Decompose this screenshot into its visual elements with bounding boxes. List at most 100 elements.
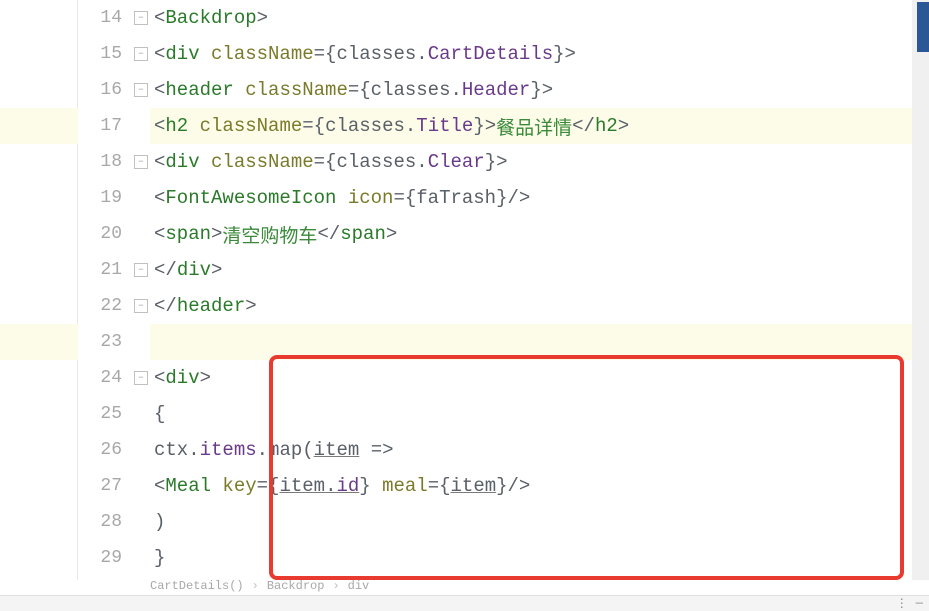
code-token: . — [416, 43, 427, 65]
code-token: . — [451, 79, 462, 101]
line-number-row: 22− — [78, 288, 150, 324]
code-token: span — [340, 223, 386, 245]
scrollbar-thumb[interactable] — [917, 2, 929, 52]
code-token: div — [177, 259, 211, 281]
code-line[interactable]: <header className={classes.Header}> — [150, 72, 929, 108]
code-token: </ — [317, 223, 340, 245]
code-token: > — [496, 151, 507, 173]
vertical-scrollbar[interactable] — [912, 0, 929, 580]
code-token: = — [428, 475, 439, 497]
code-token: className — [211, 151, 314, 173]
minimize-icon[interactable]: — — [916, 596, 923, 611]
line-number-row: 19 — [78, 180, 150, 216]
code-token: classes — [336, 43, 416, 65]
code-token: classes — [336, 151, 416, 173]
code-line[interactable]: </div> — [150, 252, 929, 288]
editor[interactable]: 14−15−16−1718−192021−22−2324−2526272829 … — [0, 0, 929, 580]
code-token: } — [359, 475, 370, 497]
code-area[interactable]: <Backdrop> <div className={classes.CartD… — [150, 0, 929, 580]
code-token: { — [405, 187, 416, 209]
breadcrumb[interactable]: CartDetails() › Backdrop › div — [150, 579, 369, 593]
code-line[interactable]: { — [150, 396, 929, 432]
fold-minus-icon[interactable]: − — [134, 155, 148, 169]
code-line[interactable]: <span>清空购物车</span> — [150, 216, 929, 252]
code-token: 清空购物车 — [222, 221, 317, 248]
line-number-row: 29 — [78, 540, 150, 576]
code-token: { — [154, 403, 165, 425]
line-number: 22 — [100, 296, 122, 316]
code-token: = — [314, 43, 325, 65]
code-token: > — [485, 115, 496, 137]
code-token: items — [200, 439, 257, 461]
margin-highlight — [0, 324, 78, 360]
fold-minus-icon[interactable]: − — [134, 11, 148, 25]
code-token: { — [325, 151, 336, 173]
code-line[interactable]: <FontAwesomeIcon icon={faTrash}/> — [150, 180, 929, 216]
code-line[interactable]: <Backdrop> — [150, 0, 929, 36]
code-token — [359, 439, 370, 461]
code-token: < — [154, 79, 165, 101]
code-token: = — [302, 115, 313, 137]
code-token: item — [314, 439, 360, 461]
code-line[interactable]: ctx.items.map(item => — [150, 432, 929, 468]
code-token: FontAwesomeIcon — [165, 187, 347, 209]
code-token: header — [165, 79, 245, 101]
code-line[interactable]: <Meal key={item.id} meal={item}/> — [150, 468, 929, 504]
code-token: header — [177, 295, 245, 317]
code-token: > — [245, 295, 256, 317]
code-token: > — [565, 43, 576, 65]
breadcrumb-item[interactable]: Backdrop — [267, 579, 325, 593]
fold-minus-icon[interactable]: − — [134, 83, 148, 97]
breadcrumb-item[interactable]: div — [348, 579, 370, 593]
breadcrumb-item[interactable]: CartDetails() — [150, 579, 244, 593]
code-token: div — [165, 43, 211, 65]
line-number: 18 — [100, 152, 122, 172]
code-token: 餐品详情 — [496, 113, 572, 140]
code-token: } — [485, 151, 496, 173]
code-token: < — [154, 115, 165, 137]
fold-minus-icon[interactable]: − — [134, 47, 148, 61]
line-number: 26 — [100, 440, 122, 460]
code-token: Backdrop — [165, 7, 256, 29]
fold-close-icon[interactable]: − — [134, 263, 148, 277]
status-bar: ⋮ — — [0, 595, 929, 611]
code-token: h2 — [595, 115, 618, 137]
fold-close-icon[interactable]: − — [134, 299, 148, 313]
code-line[interactable]: <div className={classes.Clear}> — [150, 144, 929, 180]
code-token: < — [154, 367, 165, 389]
code-line[interactable]: } — [150, 540, 929, 576]
more-icon[interactable]: ⋮ — [896, 596, 908, 611]
code-token: </ — [572, 115, 595, 137]
code-token: h2 — [165, 115, 199, 137]
line-number: 19 — [100, 188, 122, 208]
code-token: { — [439, 475, 450, 497]
code-token: > — [211, 259, 222, 281]
code-token: /> — [508, 187, 531, 209]
code-line[interactable]: </header> — [150, 288, 929, 324]
code-line[interactable]: <div className={classes.CartDetails}> — [150, 36, 929, 72]
line-number-row: 18− — [78, 144, 150, 180]
line-number: 14 — [100, 8, 122, 28]
code-line[interactable]: <h2 className={classes.Title}>餐品详情</h2> — [150, 108, 929, 144]
left-margin-strip — [0, 0, 78, 580]
code-token: ( — [302, 439, 313, 461]
code-token: > — [386, 223, 397, 245]
fold-minus-icon[interactable]: − — [134, 371, 148, 385]
code-line[interactable] — [150, 324, 929, 360]
code-token: => — [371, 439, 394, 461]
code-token: </ — [154, 259, 177, 281]
line-number: 25 — [100, 404, 122, 424]
code-line[interactable]: ) — [150, 504, 929, 540]
code-token: . — [325, 475, 336, 497]
code-token: span — [165, 223, 211, 245]
line-number: 16 — [100, 80, 122, 100]
code-line[interactable]: <div> — [150, 360, 929, 396]
line-number-row: 15− — [78, 36, 150, 72]
line-number: 23 — [100, 332, 122, 352]
line-number-row: 14− — [78, 0, 150, 36]
status-bar-icons: ⋮ — — [896, 596, 923, 611]
code-token: = — [348, 79, 359, 101]
code-token: . — [188, 439, 199, 461]
line-number-row: 16− — [78, 72, 150, 108]
code-token: className — [211, 43, 314, 65]
